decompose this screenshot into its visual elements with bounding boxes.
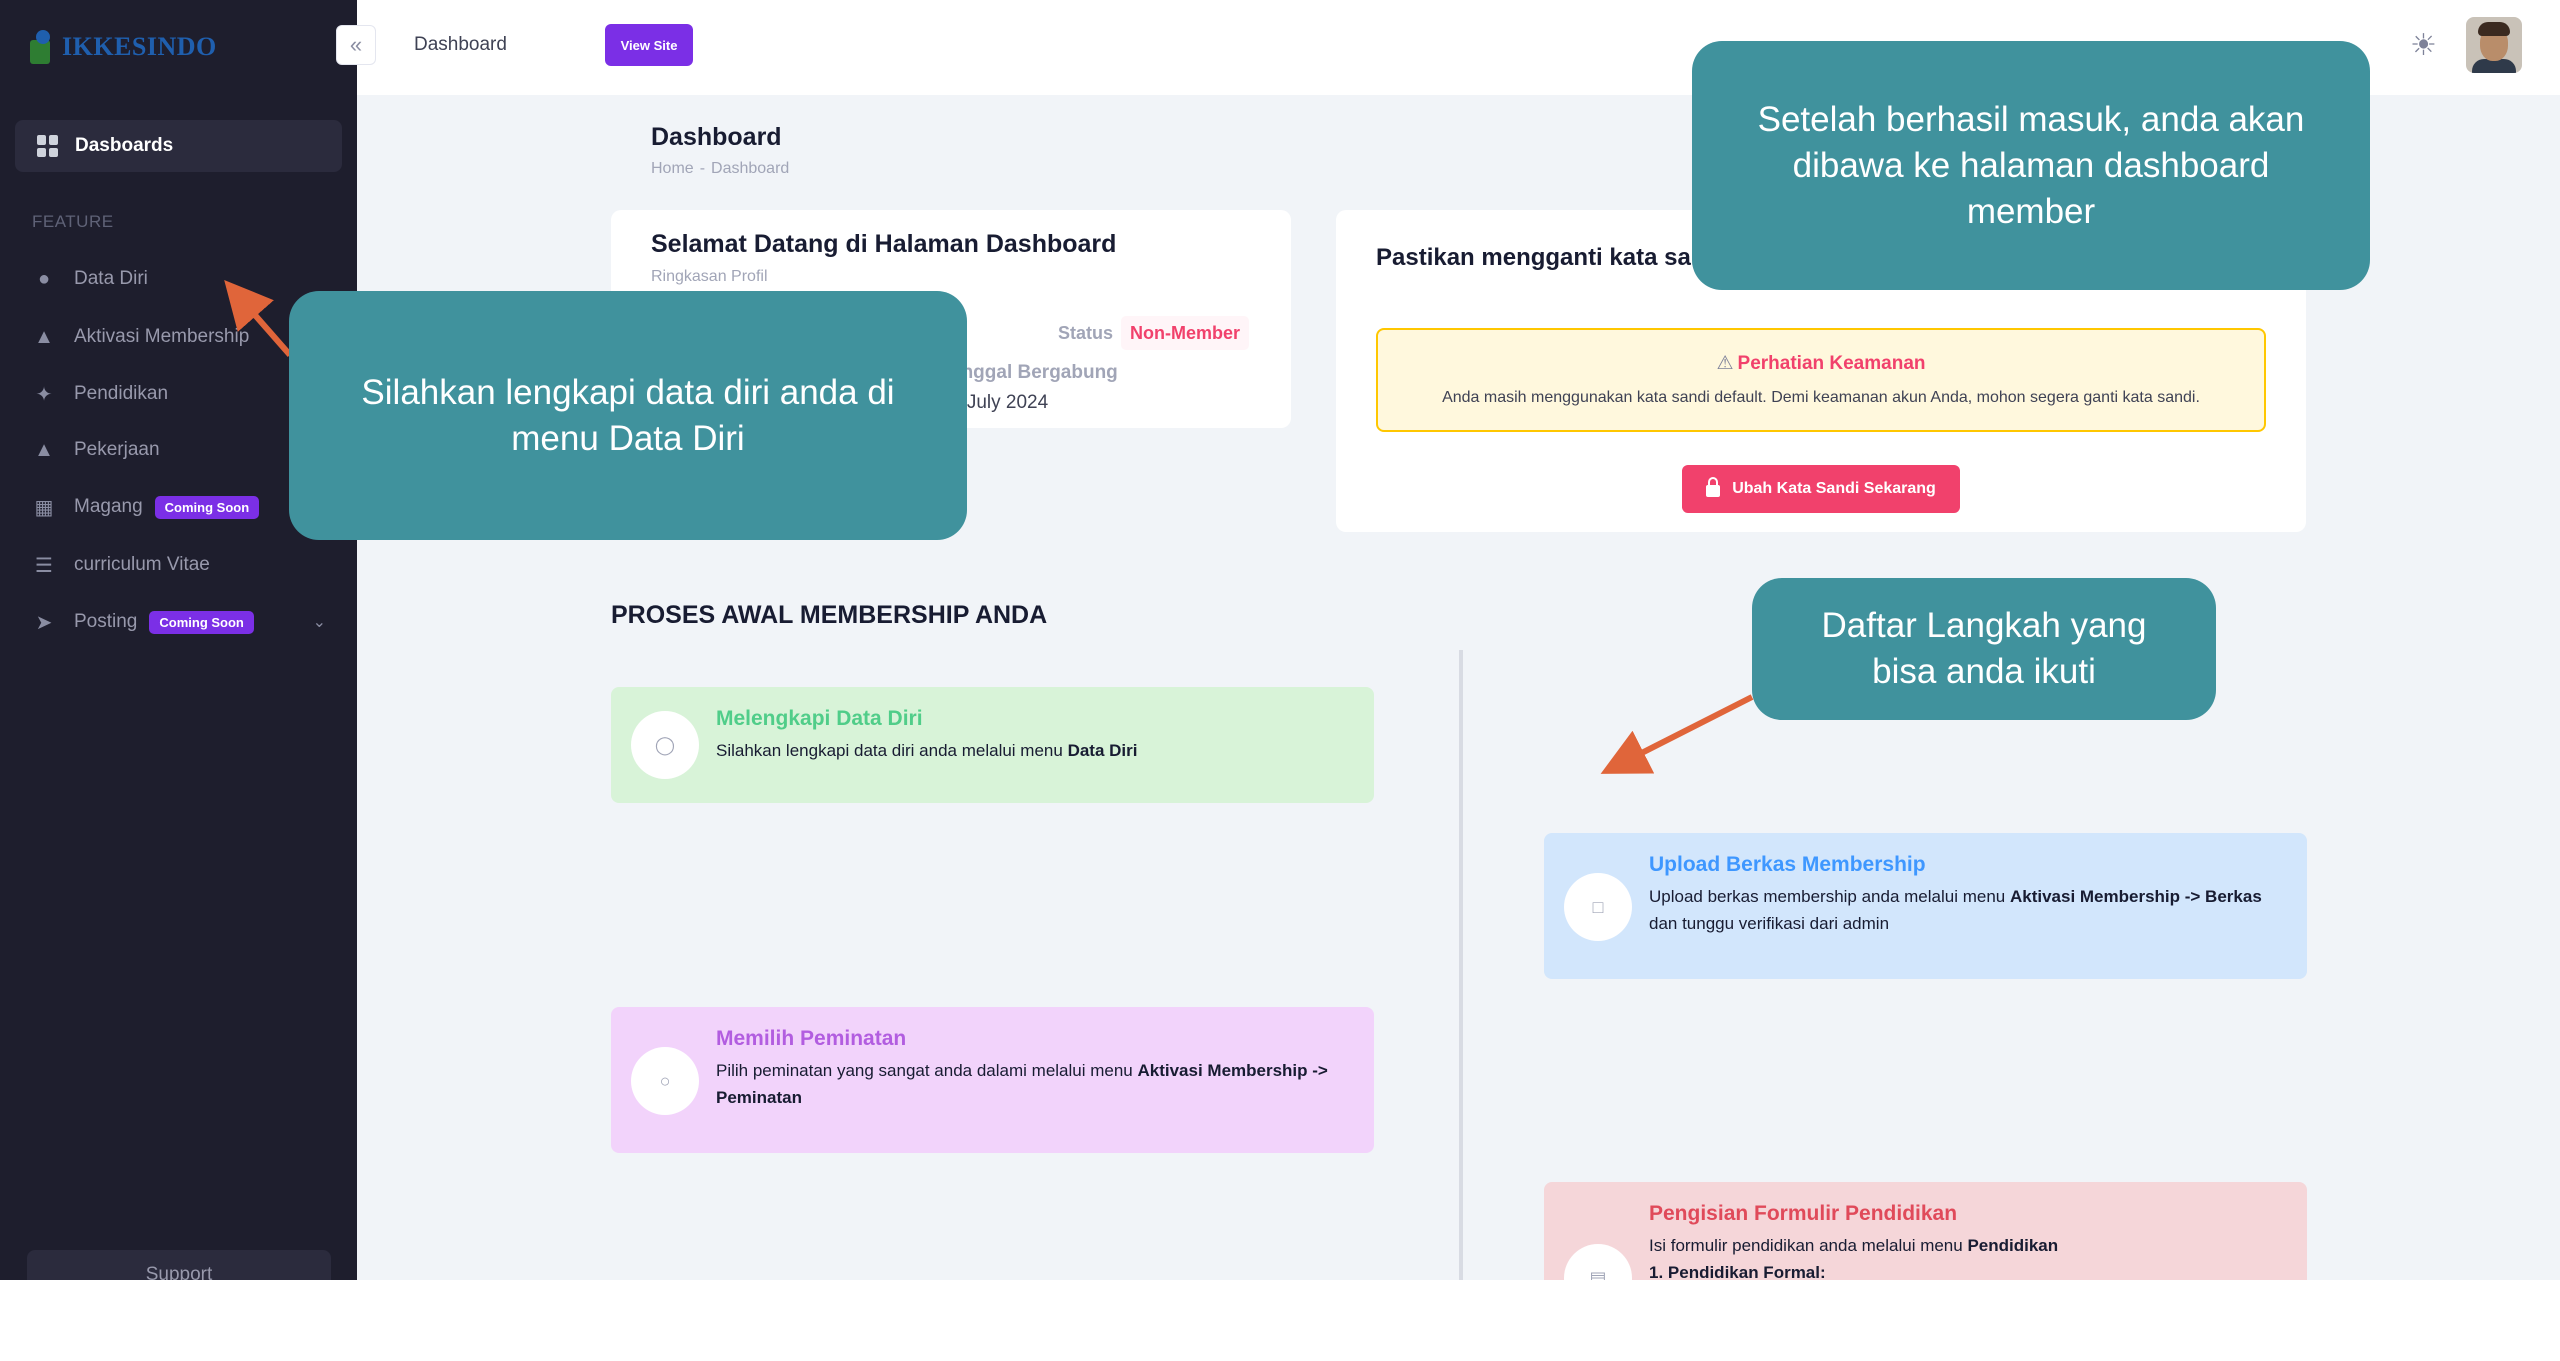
page-title: Dashboard <box>651 123 782 151</box>
step-card-upload-berkas: □ Upload Berkas Membership Upload berkas… <box>1544 833 2307 979</box>
status-badge: Non-Member <box>1121 316 1250 350</box>
sidebar-item-label: Pekerjaan <box>74 439 160 460</box>
step-title: Upload Berkas Membership <box>1649 853 1926 876</box>
dashboard-grid-icon <box>37 135 59 157</box>
membership-icon: ▲ <box>34 325 54 348</box>
chevron-down-icon[interactable]: ⌄ <box>313 612 326 632</box>
header-title: Dashboard <box>414 34 507 55</box>
password-card-title: Pastikan mengganti kata sar <box>1376 244 1701 271</box>
coming-soon-badge: Coming Soon <box>149 610 254 634</box>
sidebar-item-label: Posting <box>74 611 138 632</box>
user-icon: ● <box>37 267 51 290</box>
app-window: IKKESINDO Dasboards FEATURE ● Data Diri … <box>0 0 2560 1280</box>
theme-toggle-icon[interactable]: ☀ <box>2410 28 2437 63</box>
support-button[interactable]: Support <box>27 1250 331 1280</box>
logo[interactable]: IKKESINDO <box>26 26 217 68</box>
warning-icon: ⚠ <box>1716 353 1734 374</box>
sidebar-item-posting[interactable]: ➤ Posting Coming Soon ⌄ <box>32 602 342 642</box>
form-icon: ▤ <box>1564 1244 1632 1280</box>
sidebar-item-label: Aktivasi Membership <box>74 326 250 347</box>
rocket-icon: ➤ <box>35 611 53 634</box>
breadcrumb-home[interactable]: Home <box>651 160 694 177</box>
bank-icon: ▲ <box>34 438 54 461</box>
sidebar-item-label: Pendidikan <box>74 383 169 404</box>
view-site-button[interactable]: View Site <box>605 24 693 66</box>
step-description: Silahkan lengkapi data diri anda melalui… <box>716 741 1138 760</box>
alert-text: Anda masih menggunakan kata sandi defaul… <box>1442 389 2200 406</box>
timeline-line <box>1459 650 1463 1280</box>
cv-icon: ☰ <box>35 554 53 577</box>
callout-dashboard-info: Setelah berhasil masuk, anda akan dibawa… <box>1692 41 2370 290</box>
welcome-title: Selamat Datang di Halaman Dashboard <box>651 230 1117 258</box>
sidebar-item-label: Dasboards <box>75 135 174 156</box>
status-label: Status <box>1058 323 1114 343</box>
avatar[interactable] <box>2466 17 2522 73</box>
joined-date-label: anggal Bergabung <box>951 362 1118 383</box>
sidebar-item-curriculum-vitae[interactable]: ☰ curriculum Vitae <box>32 545 342 585</box>
sidebar-item-data-diri[interactable]: ● Data Diri <box>32 259 342 299</box>
callout-data-diri: Silahkan lengkapi data diri anda di menu… <box>289 291 967 540</box>
arrow-to-steps <box>1600 694 1754 774</box>
step-title: Pengisian Formulir Pendidikan <box>1649 1202 1958 1225</box>
step-description: Upload berkas membership anda melalui me… <box>1649 887 2262 933</box>
change-password-button[interactable]: Ubah Kata Sandi Sekarang <box>1682 465 1960 513</box>
breadcrumb-current: Dashboard <box>711 160 790 177</box>
welcome-subtitle: Ringkasan Profil <box>651 268 768 285</box>
breadcrumb-separator: - <box>699 160 706 177</box>
logo-text: IKKESINDO <box>62 32 217 61</box>
coming-soon-badge: Coming Soon <box>154 495 260 519</box>
process-heading: PROSES AWAL MEMBERSHIP ANDA <box>611 601 1048 629</box>
step-card-data-diri: ◯ Melengkapi Data Diri Silahkan lengkapi… <box>611 687 1374 803</box>
step-description: Pilih peminatan yang sangat anda dalami … <box>716 1061 1328 1107</box>
step-title: Melengkapi Data Diri <box>716 707 923 730</box>
callout-steps: Daftar Langkah yang bisa anda ikuti <box>1752 578 2216 720</box>
step-title: Memilih Peminatan <box>716 1027 907 1050</box>
step-card-pendidikan: ▤ Pengisian Formulir Pendidikan Isi form… <box>1544 1182 2307 1280</box>
sidebar-item-label: curriculum Vitae <box>74 554 210 575</box>
security-alert: ⚠ Perhatian Keamanan Anda masih menggunak… <box>1376 328 2266 432</box>
education-icon: ✦ <box>35 383 53 406</box>
sidebar: IKKESINDO Dasboards FEATURE ● Data Diri … <box>0 0 357 1280</box>
sidebar-item-dashboards[interactable]: Dasboards <box>15 120 342 172</box>
change-password-label: Ubah Kata Sandi Sekarang <box>1732 480 1936 497</box>
layout-icon: ▦ <box>34 496 54 519</box>
sidebar-item-label: Data Diri <box>74 268 148 289</box>
step-description: Isi formulir pendidikan anda melalui men… <box>1649 1236 2059 1280</box>
collapse-sidebar-icon[interactable]: « <box>336 25 376 65</box>
sidebar-item-label: Magang <box>74 496 143 517</box>
alert-title-text: Perhatian Keamanan <box>1737 353 1926 374</box>
step-card-peminatan: ○ Memilih Peminatan Pilih peminatan yang… <box>611 1007 1374 1153</box>
document-icon: □ <box>1564 873 1632 941</box>
lightbulb-icon: ○ <box>631 1047 699 1115</box>
breadcrumb: Home - Dashboard <box>651 160 789 178</box>
user-icon: ◯ <box>631 711 699 779</box>
lock-icon <box>1706 477 1721 497</box>
logo-mark-icon <box>26 28 60 66</box>
sidebar-section-heading: FEATURE <box>32 212 114 231</box>
alert-title: ⚠ Perhatian Keamanan <box>1378 352 2264 375</box>
